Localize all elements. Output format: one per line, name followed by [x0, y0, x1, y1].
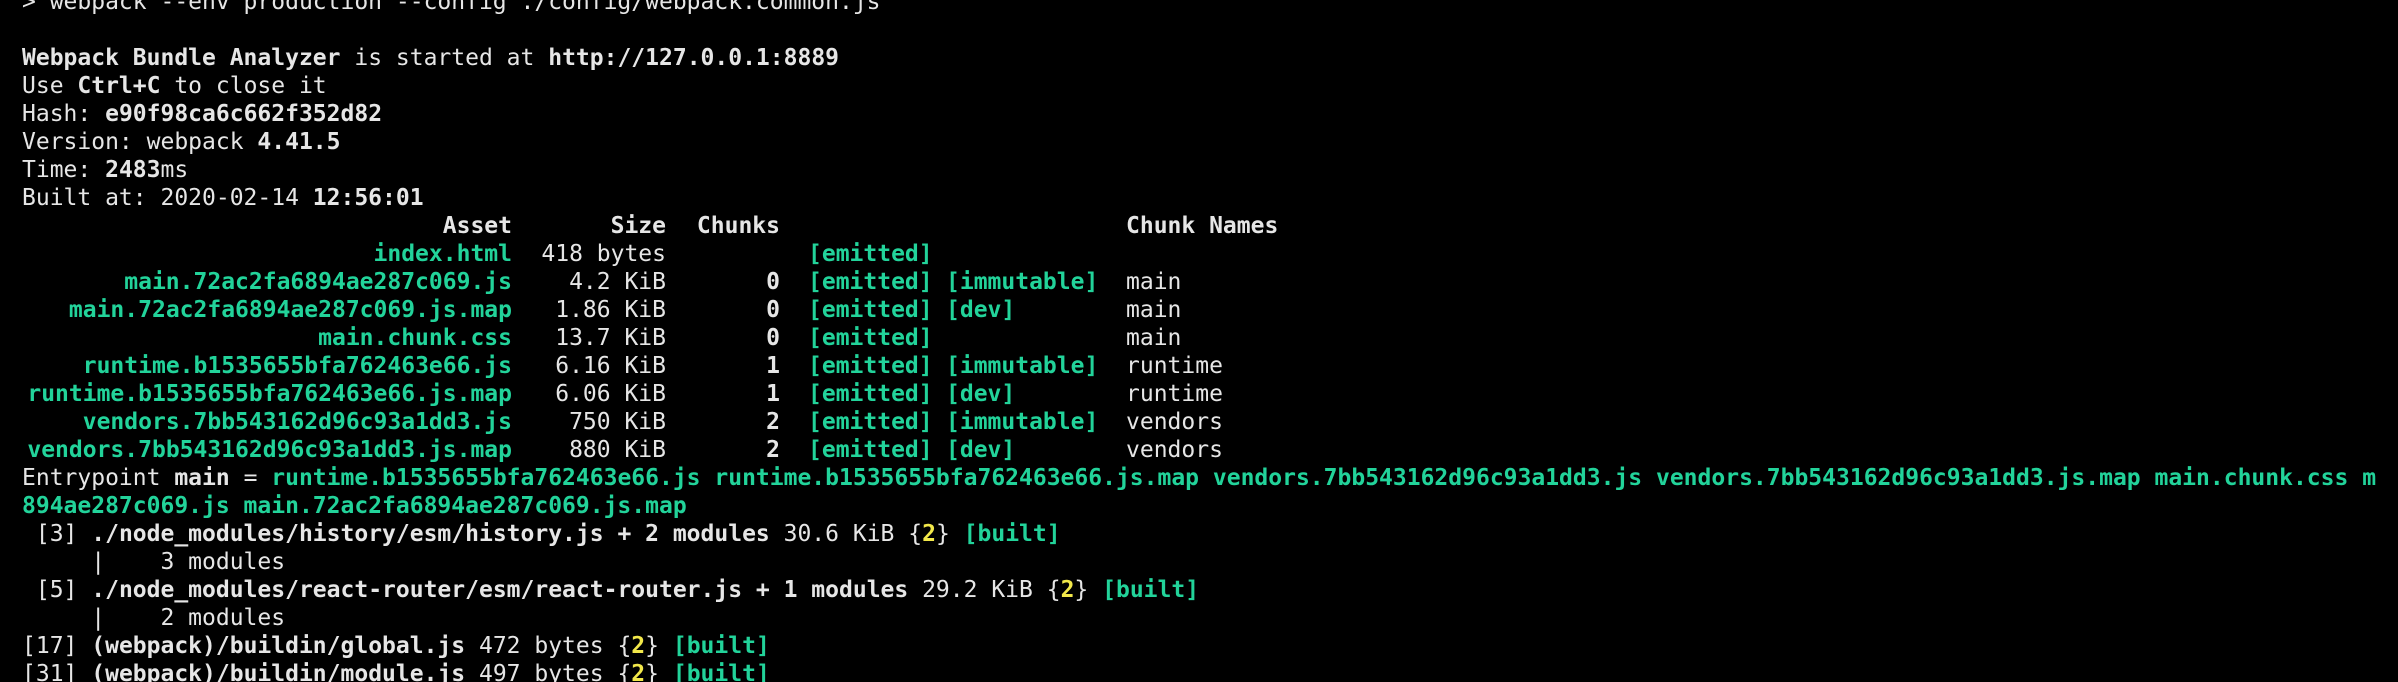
- asset-table-header: Asset Size Chunks Chunk Names: [22, 212, 2398, 240]
- analyzer-line: Webpack Bundle Analyzer is started at ht…: [22, 45, 840, 71]
- header-chunks: Chunks: [696, 213, 780, 239]
- module-sub-line: | 3 modules: [22, 549, 286, 575]
- command-text: > webpack --env production --config ./co…: [22, 0, 881, 15]
- header-asset: Asset: [442, 213, 512, 239]
- module-line: [3] ./node_modules/history/esm/history.j…: [22, 521, 1061, 547]
- module-line: [31] (webpack)/buildin/module.js 497 byt…: [22, 661, 770, 682]
- asset-row: main.72ac2fa6894ae287c069.js 4.2 KiB 0 [emi…: [124, 269, 1182, 295]
- version-line: Version: webpack 4.41.5: [22, 129, 341, 155]
- analyzer-url[interactable]: http://127.0.0.1:8889: [548, 45, 839, 71]
- entrypoint-files: runtime.b1535655bfa762463e66.js runtime.…: [271, 465, 2377, 491]
- entrypoint-line-wrap: 894ae287c069.js main.72ac2fa6894ae287c06…: [22, 493, 687, 519]
- version-value: 4.41.5: [257, 129, 341, 155]
- entrypoint-name: main: [174, 465, 230, 491]
- terminal-window[interactable]: > webpack --env production --config ./co…: [0, 0, 2398, 682]
- asset-row: vendors.7bb543162d96c93a1dd3.js 750 KiB 2[…: [82, 409, 1223, 435]
- hash-value: e90f98ca6c662f352d82: [105, 101, 383, 127]
- built-at-time: 12:56:01: [312, 185, 424, 211]
- asset-row: index.html 418 bytes [emitted]: [373, 241, 933, 267]
- asset-row: main.chunk.css 13.7 KiB 0 [emitted] main: [318, 325, 1182, 351]
- time-value: 2483: [105, 157, 161, 183]
- ctrl-c-line: Use Ctrl+C to close it: [22, 73, 327, 99]
- asset-row: runtime.b1535655bfa762463e66.js.map 6.06 …: [27, 381, 1223, 407]
- header-chunk-names: Chunk Names: [1126, 213, 1279, 239]
- module-line: [17] (webpack)/buildin/global.js 472 byt…: [22, 633, 770, 659]
- asset-row: main.72ac2fa6894ae287c069.js.map 1.86 KiB…: [68, 297, 1182, 323]
- command-line: > webpack --env production --config ./co…: [22, 0, 2398, 16]
- analyzer-name: Webpack Bundle Analyzer: [22, 45, 341, 71]
- asset-row: vendors.7bb543162d96c93a1dd3.js.map 880 K…: [27, 437, 1223, 463]
- module-line: [5] ./node_modules/react-router/esm/reac…: [22, 577, 1200, 603]
- time-line: Time: 2483ms: [22, 157, 189, 183]
- entrypoint-line: Entrypoint main = runtime.b1535655bfa762…: [22, 465, 2377, 491]
- header-size: Size: [610, 213, 666, 239]
- module-sub-line: | 2 modules: [22, 605, 286, 631]
- hash-line: Hash: e90f98ca6c662f352d82: [22, 101, 383, 127]
- asset-row: runtime.b1535655bfa762463e66.js 6.16 KiB 1…: [82, 353, 1223, 379]
- built-at-line: Built at: 2020-02-14 12:56:01: [22, 185, 424, 211]
- ctrl-c-key: Ctrl+C: [77, 73, 161, 99]
